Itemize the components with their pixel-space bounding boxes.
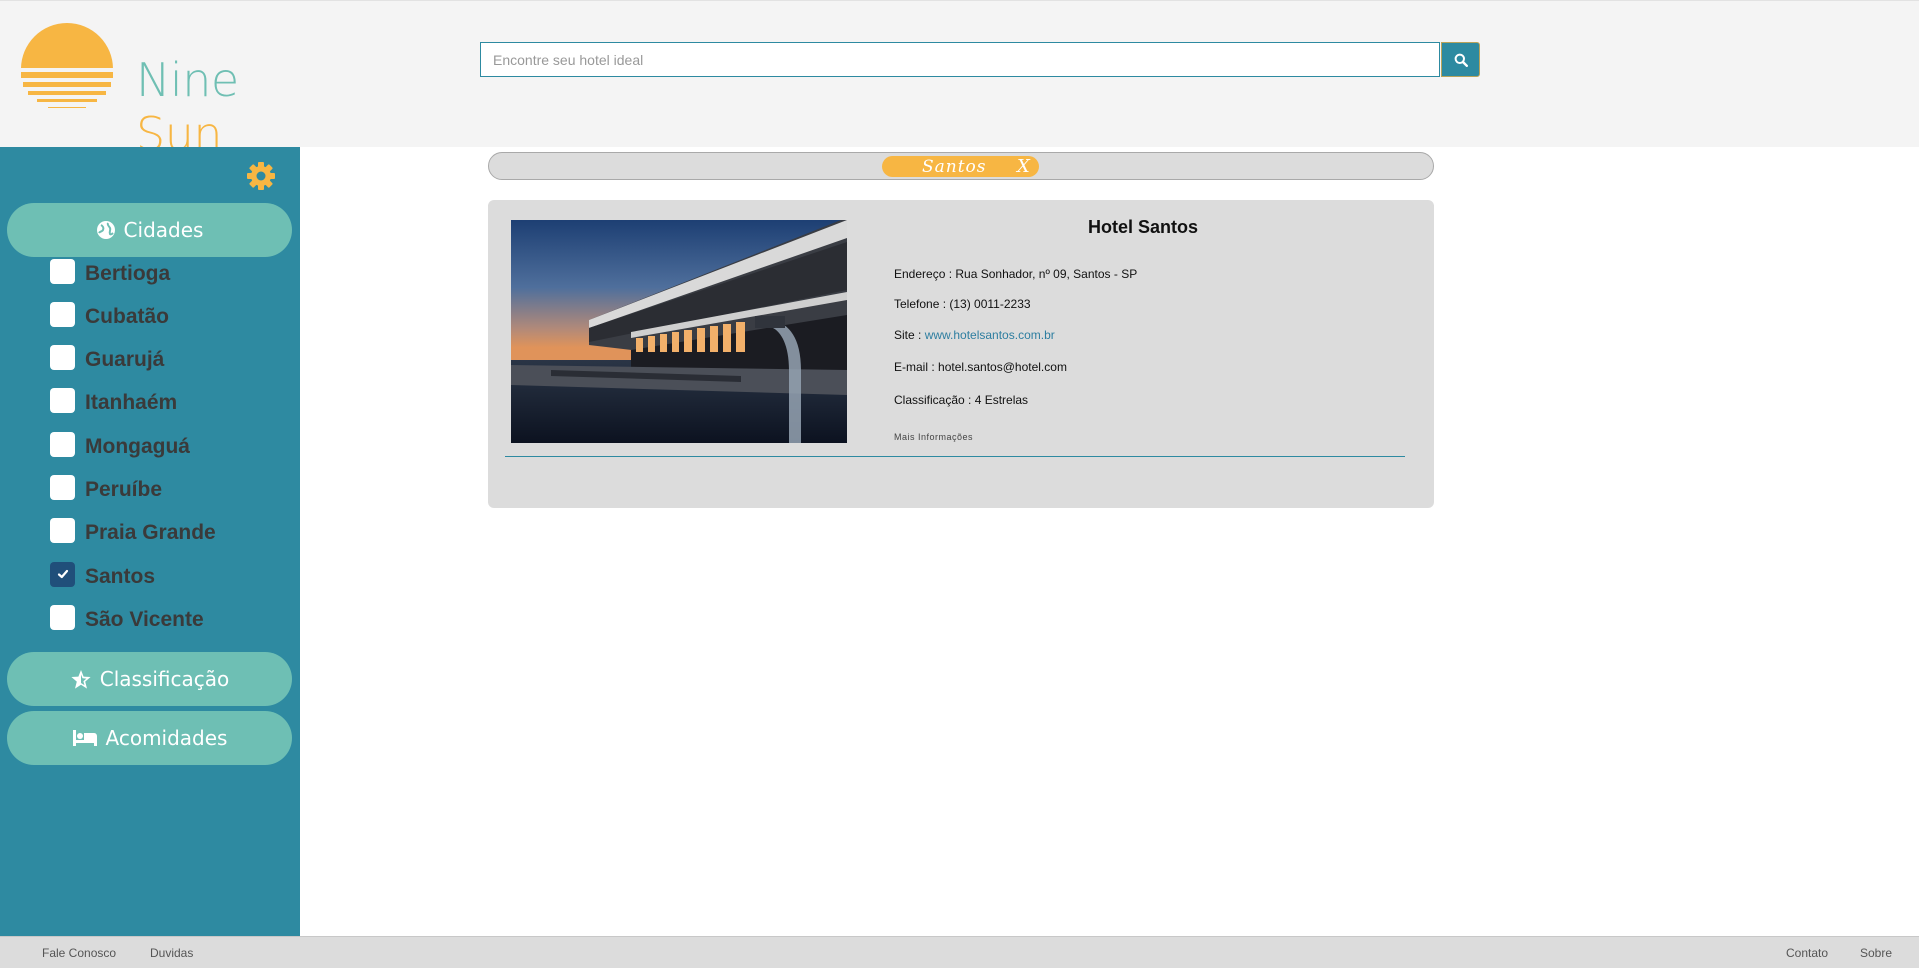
hotel-site: Site : www.hotelsantos.com.br — [894, 328, 1055, 342]
filter-sidebar: Cidades Bertioga Cubatão Guarujá Itanhaé… — [0, 147, 300, 936]
city-label: Cubatão — [85, 305, 169, 328]
card-divider — [505, 456, 1405, 457]
city-option-praia-grande[interactable]: Praia Grande — [50, 515, 216, 545]
cities-section-label: Cidades — [123, 218, 204, 242]
rating-label: Classificação : — [894, 393, 975, 407]
hotel-phone: Telefone : (13) 0011-2233 — [894, 297, 1031, 311]
sun-logo-icon — [21, 23, 113, 108]
phone-label: Telefone : — [894, 297, 950, 311]
rating-section-label: Classificação — [99, 667, 230, 691]
city-checkbox[interactable] — [50, 474, 75, 500]
city-label: Bertioga — [85, 262, 171, 285]
gear-icon — [247, 162, 275, 190]
amenities-section-label: Acomidades — [105, 726, 228, 750]
city-label: Santos — [85, 565, 156, 588]
site-label: Site : — [894, 328, 925, 342]
search-icon — [1454, 53, 1468, 67]
city-option-sao-vicente[interactable]: São Vicente — [50, 602, 204, 632]
filter-tag-santos[interactable]: Santos X — [882, 156, 1039, 177]
city-label: São Vicente — [85, 608, 204, 631]
header: Nine Sun — [0, 0, 1919, 161]
phone-value: (13) 0011-2233 — [949, 297, 1031, 311]
brand-word-1: Nine — [136, 53, 239, 107]
brand-name: Nine Sun — [136, 53, 318, 161]
address-value: Rua Sonhador, nº 09, Santos - SP — [955, 267, 1138, 281]
city-label: Praia Grande — [85, 521, 216, 544]
filter-tag-label: Santos — [922, 157, 987, 177]
hotel-name: Hotel Santos — [1087, 217, 1198, 237]
city-checkbox[interactable] — [50, 431, 75, 457]
footer-link-contact[interactable]: Contato — [1786, 946, 1828, 960]
email-value: hotel.santos@hotel.com — [938, 360, 1067, 374]
footer-link-faq[interactable]: Duvidas — [150, 946, 193, 960]
city-label: Mongaguá — [85, 435, 190, 458]
city-checkbox[interactable] — [50, 301, 75, 327]
remove-filter-button[interactable]: X — [1017, 156, 1030, 177]
city-option-cubatao[interactable]: Cubatão — [50, 299, 169, 329]
city-label: Peruíbe — [85, 478, 163, 501]
rating-section-button[interactable]: Classificação — [7, 652, 292, 706]
footer-link-contact-us[interactable]: Fale Conosco — [42, 946, 116, 960]
amenities-section-button[interactable]: Acomidades — [7, 711, 292, 765]
address-label: Endereço : — [894, 267, 956, 281]
nine-sun-logo[interactable]: Nine Sun — [18, 23, 318, 161]
cities-section-button[interactable]: Cidades — [7, 203, 292, 257]
more-info-link[interactable]: Mais Informações — [894, 432, 973, 442]
search-input[interactable] — [480, 42, 1440, 77]
city-option-mongagua[interactable]: Mongaguá — [50, 429, 190, 459]
city-checkbox-checked[interactable] — [50, 561, 75, 587]
city-checkbox[interactable] — [50, 258, 75, 284]
hotel-result-card: Hotel Santos Endereço : Rua Sonhador, nº… — [488, 200, 1434, 508]
email-label: E-mail : — [894, 360, 939, 374]
rating-value: 4 Estrelas — [974, 393, 1029, 407]
hotel-address: Endereço : Rua Sonhador, nº 09, Santos -… — [894, 267, 1137, 281]
star-icon — [71, 669, 91, 689]
footer-link-about[interactable]: Sobre — [1860, 946, 1892, 960]
city-option-itanhaem[interactable]: Itanhaém — [50, 385, 177, 415]
footer: Fale Conosco Duvidas Contato Sobre — [0, 936, 1919, 968]
city-option-bertioga[interactable]: Bertioga — [50, 256, 170, 286]
city-checkbox[interactable] — [50, 604, 75, 630]
city-option-peruibe[interactable]: Peruíbe — [50, 472, 162, 502]
active-filters-bar: Santos X — [488, 152, 1434, 180]
bed-icon — [72, 730, 97, 746]
hotel-rating: Classificação : 4 Estrelas — [894, 393, 1028, 407]
city-option-santos[interactable]: Santos — [50, 559, 155, 589]
settings-button[interactable] — [245, 160, 277, 192]
city-checkbox[interactable] — [50, 387, 75, 413]
city-option-guaruja[interactable]: Guarujá — [50, 342, 164, 372]
hotel-photo[interactable] — [511, 220, 847, 443]
hotel-email: E-mail : hotel.santos@hotel.com — [894, 360, 1067, 374]
city-checkbox[interactable] — [50, 344, 75, 370]
site-link[interactable]: www.hotelsantos.com.br — [925, 328, 1055, 342]
globe-icon — [96, 221, 115, 239]
city-label: Guarujá — [85, 348, 165, 371]
checkmark-icon — [57, 569, 68, 579]
search-button[interactable] — [1441, 42, 1480, 77]
city-checkbox[interactable] — [50, 517, 75, 543]
city-label: Itanhaém — [85, 391, 178, 414]
hotel-photo-image — [511, 220, 847, 443]
